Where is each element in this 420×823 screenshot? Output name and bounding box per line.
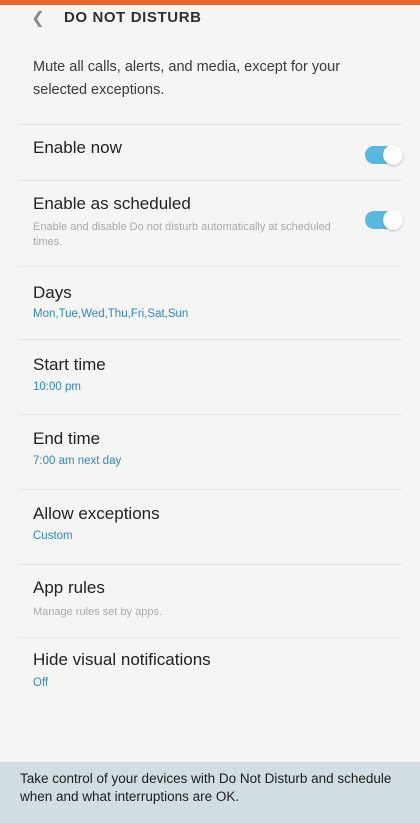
back-button[interactable]: ❮ xyxy=(26,7,50,29)
hide-visual-notifications-row[interactable]: Hide visual notifications Off xyxy=(0,638,420,714)
caption-banner: Take control of your devices with Do Not… xyxy=(0,762,420,823)
toggle-knob xyxy=(383,145,403,165)
hide-visual-notifications-label: Hide visual notifications xyxy=(33,650,211,669)
enable-scheduled-label: Enable as scheduled xyxy=(33,194,191,213)
hide-visual-notifications-value: Off xyxy=(33,677,49,689)
enable-now-row[interactable]: Enable now xyxy=(0,125,420,187)
caption-text: Take control of your devices with Do Not… xyxy=(20,771,392,804)
days-label: Days xyxy=(33,283,72,302)
start-time-value: 10:00 pm xyxy=(33,381,81,393)
end-time-label: End time xyxy=(33,429,101,448)
app-rules-description: Manage rules set by apps. xyxy=(33,606,163,618)
days-value: Mon,Tue,Wed,Thu,Fri,Sat,Sun xyxy=(33,308,189,320)
page-title: DO NOT DISTURB xyxy=(64,9,202,26)
intro-text: Mute all calls, alerts, and media, excep… xyxy=(33,59,341,98)
do-not-disturb-screen: ❮ DO NOT DISTURB Mute all calls, alerts,… xyxy=(0,0,420,823)
start-time-row[interactable]: Start time 10:00 pm xyxy=(0,340,420,414)
enable-now-label: Enable now xyxy=(33,138,122,157)
app-rules-label: App rules xyxy=(33,578,105,597)
enable-scheduled-description: Enable and disable Do not disturb automa… xyxy=(33,221,331,248)
allow-exceptions-label: Allow exceptions xyxy=(33,504,160,523)
chevron-left-icon: ❮ xyxy=(31,10,45,27)
allow-exceptions-row[interactable]: Allow exceptions Custom xyxy=(0,490,420,564)
enable-scheduled-toggle[interactable] xyxy=(365,210,403,230)
start-time-label: Start time xyxy=(33,355,106,374)
app-rules-row[interactable]: App rules Manage rules set by apps. xyxy=(0,565,420,637)
enable-scheduled-row[interactable]: Enable as scheduled Enable and disable D… xyxy=(0,181,420,266)
header-bar: ❮ DO NOT DISTURB xyxy=(0,5,420,33)
allow-exceptions-value: Custom xyxy=(33,530,73,542)
end-time-value: 7:00 am next day xyxy=(33,455,122,467)
enable-now-toggle[interactable] xyxy=(365,145,403,165)
toggle-knob xyxy=(383,210,403,230)
days-row[interactable]: Days Mon,Tue,Wed,Thu,Fri,Sat,Sun xyxy=(0,267,420,339)
end-time-row[interactable]: End time 7:00 am next day xyxy=(0,415,420,489)
